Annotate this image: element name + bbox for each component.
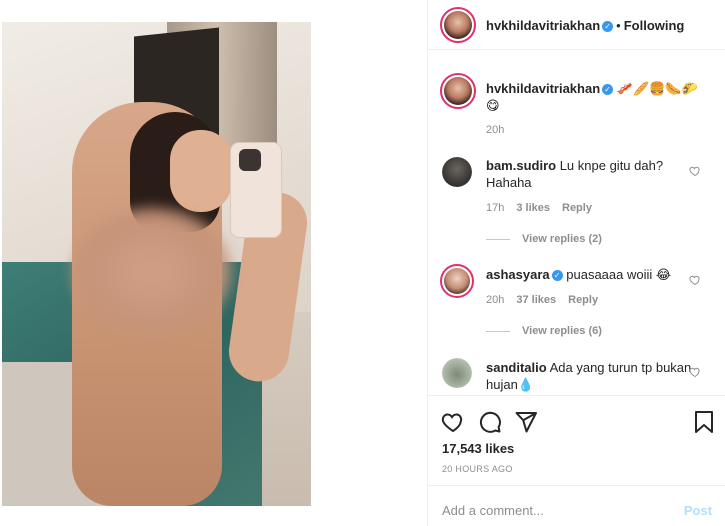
like-comment-heart-icon[interactable] <box>689 274 701 286</box>
replies-divider <box>486 238 510 240</box>
comment-username[interactable]: sanditalio <box>486 360 547 375</box>
replies-divider <box>486 330 510 332</box>
header-line: hvkhildavitriakhan ✓ • Following <box>486 18 684 33</box>
caption-time[interactable]: 20h <box>486 124 504 136</box>
reply-button[interactable]: Reply <box>568 294 598 306</box>
author-username[interactable]: hvkhildavitriakhan <box>486 18 600 33</box>
like-heart-icon[interactable] <box>441 410 465 434</box>
comment-avatar[interactable] <box>442 358 472 388</box>
following-button[interactable]: Following <box>624 18 685 33</box>
caption-emoji-2: 😋 <box>486 98 500 113</box>
post-photo[interactable] <box>2 22 311 506</box>
likes-count[interactable]: 17,543 likes <box>442 441 514 456</box>
comment-time[interactable]: 20h <box>486 294 504 306</box>
like-comment-heart-icon[interactable] <box>689 165 701 177</box>
photo-phone-camera <box>239 149 261 171</box>
post-button[interactable]: Post <box>684 503 712 518</box>
comment-item: bam.sudiro Lu knpe gitu dah? Hahaha <box>486 157 701 191</box>
post-sidebar: hvkhildavitriakhan ✓ • Following hvkhildavi… <box>427 0 725 526</box>
author-avatar[interactable] <box>440 7 476 43</box>
comment-likes[interactable]: 3 likes <box>516 202 550 214</box>
caption-avatar[interactable] <box>440 73 476 109</box>
view-replies[interactable]: View replies (6) <box>486 325 602 337</box>
caption: hvkhildavitriakhan ✓ 🥓🥖🍔🌭🌮 😋 <box>486 80 701 114</box>
verified-icon: ✓ <box>602 21 614 33</box>
share-paper-plane-icon[interactable] <box>514 410 538 434</box>
photo-phone <box>230 142 282 238</box>
caption-emojis: 🥓🥖🍔🌭🌮 <box>616 81 698 96</box>
media-area <box>0 0 427 526</box>
verified-icon: ✓ <box>551 270 563 282</box>
comment-likes[interactable]: 37 likes <box>516 294 556 306</box>
comment-username[interactable]: bam.sudiro <box>486 158 556 173</box>
verified-icon: ✓ <box>602 84 614 96</box>
comment-username[interactable]: ashasyara <box>486 267 550 282</box>
comment-meta: 20h 37 likes Reply <box>486 294 610 306</box>
save-bookmark-icon[interactable] <box>694 410 714 434</box>
caption-meta: 20h <box>486 124 516 136</box>
add-comment-bar: Add a comment... Post <box>428 485 725 526</box>
post-header: hvkhildavitriakhan ✓ • Following <box>428 0 725 50</box>
post-actions: 17,543 likes 20 HOURS AGO <box>428 395 725 485</box>
reply-button[interactable]: Reply <box>562 202 592 214</box>
post-timestamp[interactable]: 20 HOURS AGO <box>442 464 513 474</box>
comment-avatar[interactable] <box>440 264 474 298</box>
photo-face <box>170 130 232 212</box>
separator-dot: • <box>616 18 621 33</box>
view-replies[interactable]: View replies (2) <box>486 233 602 245</box>
comment-avatar[interactable] <box>442 157 472 187</box>
photo-blur-censor <box>72 207 232 337</box>
comment-item: sanditalio Ada yang turun tp bukan hujan… <box>486 359 701 393</box>
comment-time[interactable]: 17h <box>486 202 504 214</box>
comment-text: puasaaaa woiii 😂 <box>566 267 672 282</box>
comment-meta: 17h 3 likes Reply <box>486 202 604 214</box>
view-replies-label[interactable]: View replies (6) <box>522 325 602 337</box>
comment-item: ashasyara ✓ puasaaaa woiii 😂 <box>486 266 701 283</box>
comment-bubble-icon[interactable] <box>478 410 502 434</box>
view-replies-label[interactable]: View replies (2) <box>522 233 602 245</box>
comment-input[interactable]: Add a comment... <box>442 503 544 518</box>
caption-username[interactable]: hvkhildavitriakhan <box>486 81 600 96</box>
like-comment-heart-icon[interactable] <box>689 366 701 378</box>
